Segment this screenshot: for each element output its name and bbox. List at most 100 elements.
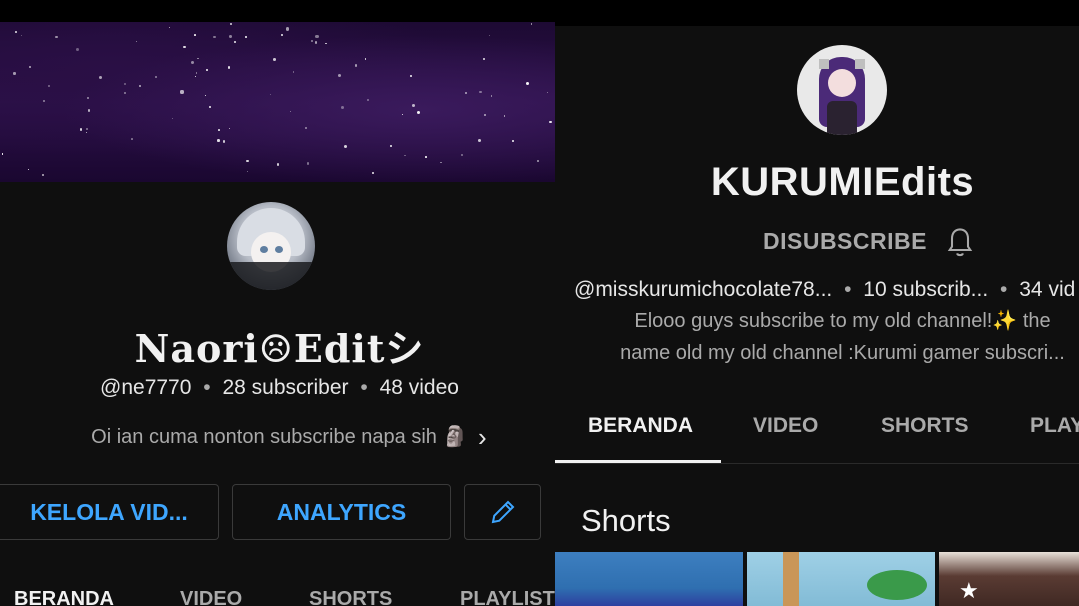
tab-video[interactable]: VIDEO — [753, 414, 818, 438]
banner-star — [549, 121, 552, 124]
banner-star — [372, 171, 375, 174]
edit-channel-button[interactable] — [464, 484, 541, 540]
channel-meta[interactable]: @misskurumichocolate78... • 10 subscrib.… — [574, 278, 1079, 302]
banner-star — [465, 92, 468, 95]
banner-star — [314, 41, 318, 44]
banner-star — [218, 128, 220, 131]
banner-star — [490, 95, 493, 97]
chevron-right-icon[interactable]: › — [478, 422, 487, 453]
banner-star — [338, 74, 342, 78]
pencil-icon — [491, 500, 514, 524]
status-bar — [555, 0, 1079, 26]
short-thumbnail[interactable] — [747, 552, 935, 606]
tab-shorts[interactable]: SHORTS — [309, 588, 392, 606]
banner-star — [123, 82, 126, 85]
banner-star — [530, 23, 533, 25]
meta-separator: • — [203, 376, 211, 399]
banner-star — [461, 153, 464, 156]
manage-videos-button[interactable]: KELOLA VID... — [0, 484, 219, 540]
banner-star — [477, 138, 481, 142]
banner-star — [195, 76, 197, 78]
banner-star — [324, 42, 327, 45]
banner-star — [305, 126, 308, 129]
banner-star — [79, 128, 82, 131]
tab-beranda[interactable]: BERANDA — [14, 588, 114, 606]
banner-star — [401, 113, 404, 116]
channel-description[interactable]: Oi ian cuma nonton subscribe napa sih 🗿 › — [0, 422, 559, 452]
channel-avatar[interactable] — [227, 202, 315, 290]
banner-star — [233, 40, 237, 44]
banner-star — [482, 57, 486, 61]
analytics-button[interactable]: ANALYTICS — [232, 484, 451, 540]
banner-star — [124, 92, 126, 94]
subscriber-count: 10 subscrib... — [863, 278, 989, 301]
banner-star — [246, 159, 249, 162]
bell-icon[interactable] — [946, 226, 974, 258]
banner-star — [484, 113, 487, 116]
channel-tabs: BERANDA VIDEO SHORTS PLAYLIST — [0, 582, 559, 606]
banner-star — [366, 98, 370, 102]
banner-star — [20, 34, 23, 37]
channel-name: KURUMIEdits — [710, 160, 975, 204]
banner-star — [276, 163, 280, 166]
tab-video[interactable]: VIDEO — [180, 588, 242, 606]
banner-star — [547, 91, 549, 93]
moai-emoji: 🗿 — [442, 426, 468, 448]
banner-star — [209, 106, 212, 109]
banner-star — [136, 41, 138, 43]
tab-playlist[interactable]: PLAY — [1030, 414, 1079, 438]
banner-star — [139, 84, 142, 87]
tab-shorts[interactable]: SHORTS — [881, 414, 969, 438]
subscriber-count: 28 subscriber — [222, 376, 349, 399]
channel-name: Naori☹Editシ — [134, 326, 425, 371]
banner-star — [285, 27, 289, 31]
banner-star — [47, 84, 51, 88]
banner-star — [168, 26, 171, 29]
banner-star — [194, 34, 197, 37]
channel-description-line2[interactable]: name old my old channel :Kurumi gamer su… — [555, 342, 1079, 365]
banner-star — [340, 106, 344, 110]
banner-star — [488, 34, 491, 37]
channel-meta[interactable]: @ne7770 • 28 subscriber • 48 video — [0, 376, 559, 400]
banner-star — [99, 75, 102, 79]
banner-star — [217, 139, 220, 142]
banner-star — [228, 66, 231, 69]
banner-star — [230, 23, 233, 26]
banner-star — [390, 144, 393, 147]
channel-avatar[interactable] — [797, 45, 887, 135]
banner-star — [85, 132, 87, 134]
banner-star — [354, 63, 358, 67]
short-thumbnail[interactable] — [555, 552, 743, 606]
banner-star — [315, 35, 319, 39]
banner-star — [75, 47, 79, 51]
banner-star — [183, 45, 186, 49]
banner-star — [55, 35, 58, 39]
banner-star — [28, 65, 32, 68]
channel-description-line1[interactable]: Elooo guys subscribe to my old channel!✨… — [555, 308, 1079, 333]
short-thumbnail[interactable]: ★ — [939, 552, 1079, 606]
banner-star — [311, 40, 314, 43]
tab-beranda[interactable]: BERANDA — [588, 414, 693, 438]
banner-star — [479, 90, 482, 93]
right-channel-panel: KURUMIEdits DISUBSCRIBE @misskurumichoco… — [555, 0, 1079, 606]
meta-separator: • — [1000, 278, 1008, 301]
banner-star — [273, 57, 276, 61]
channel-handle: @misskurumichocolate78... — [574, 278, 833, 301]
banner-star — [195, 72, 198, 74]
banner-star — [228, 35, 232, 39]
status-bar — [0, 0, 559, 22]
meta-separator: • — [844, 278, 852, 301]
banner-star — [307, 162, 310, 165]
banner-star — [536, 160, 539, 163]
star-icon: ★ — [959, 578, 979, 603]
left-channel-panel: Naori☹Editシ @ne7770 • 28 subscriber • 48… — [0, 0, 559, 606]
tab-playlist[interactable]: PLAYLIST — [460, 588, 555, 606]
banner-star — [13, 72, 16, 75]
video-count: 48 video — [379, 376, 459, 399]
video-count: 34 vid — [1019, 278, 1076, 301]
banner-star — [364, 58, 367, 60]
banner-star — [511, 139, 514, 142]
banner-star — [1, 153, 4, 155]
subscribed-button[interactable]: DISUBSCRIBE — [763, 228, 927, 255]
banner-star — [171, 118, 173, 120]
